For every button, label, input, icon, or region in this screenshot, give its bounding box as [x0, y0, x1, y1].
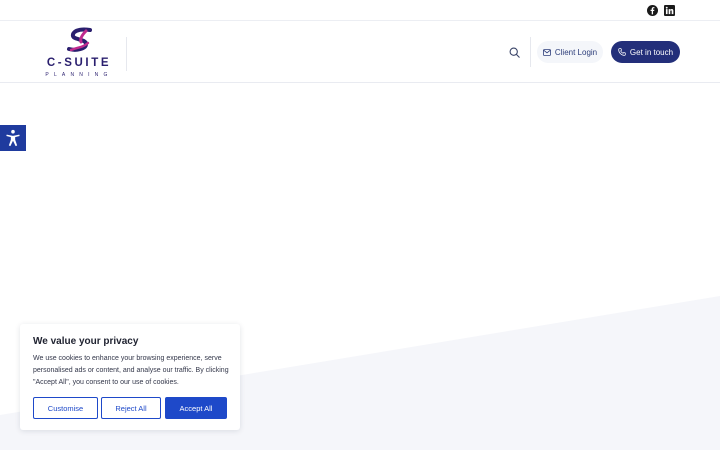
phone-icon [618, 48, 626, 56]
get-in-touch-label: Get in touch [629, 47, 674, 57]
facebook-icon[interactable] [646, 4, 658, 16]
search-icon[interactable] [507, 45, 521, 59]
get-in-touch-button[interactable]: Get in touch [611, 41, 680, 63]
cookie-message: We use cookies to enhance your browsing … [33, 355, 229, 386]
logo-name: C-SUITE [46, 57, 112, 69]
site-header: C-SUITE PLANNING Client Login Get in tou… [0, 21, 720, 83]
logo[interactable]: C-SUITE PLANNING [42, 27, 116, 79]
cookie-consent-dialog: We value your privacy We use cookies to … [20, 324, 240, 430]
client-login-label: Client Login [554, 47, 598, 57]
accept-all-button[interactable]: Accept All [165, 397, 227, 419]
linkedin-icon[interactable] [663, 4, 675, 16]
cookie-title: We value your privacy [33, 336, 139, 347]
customise-button[interactable]: Customise [33, 397, 98, 419]
accessibility-button[interactable] [0, 125, 26, 151]
top-bar [0, 0, 720, 21]
divider [126, 37, 127, 71]
client-login-button[interactable]: Client Login [537, 41, 603, 63]
accessibility-icon [6, 129, 20, 147]
mail-icon [542, 48, 551, 56]
logo-tagline: PLANNING [45, 72, 113, 78]
divider [530, 37, 531, 67]
reject-all-button[interactable]: Reject All [101, 397, 161, 419]
logo-mark-icon [67, 27, 92, 52]
